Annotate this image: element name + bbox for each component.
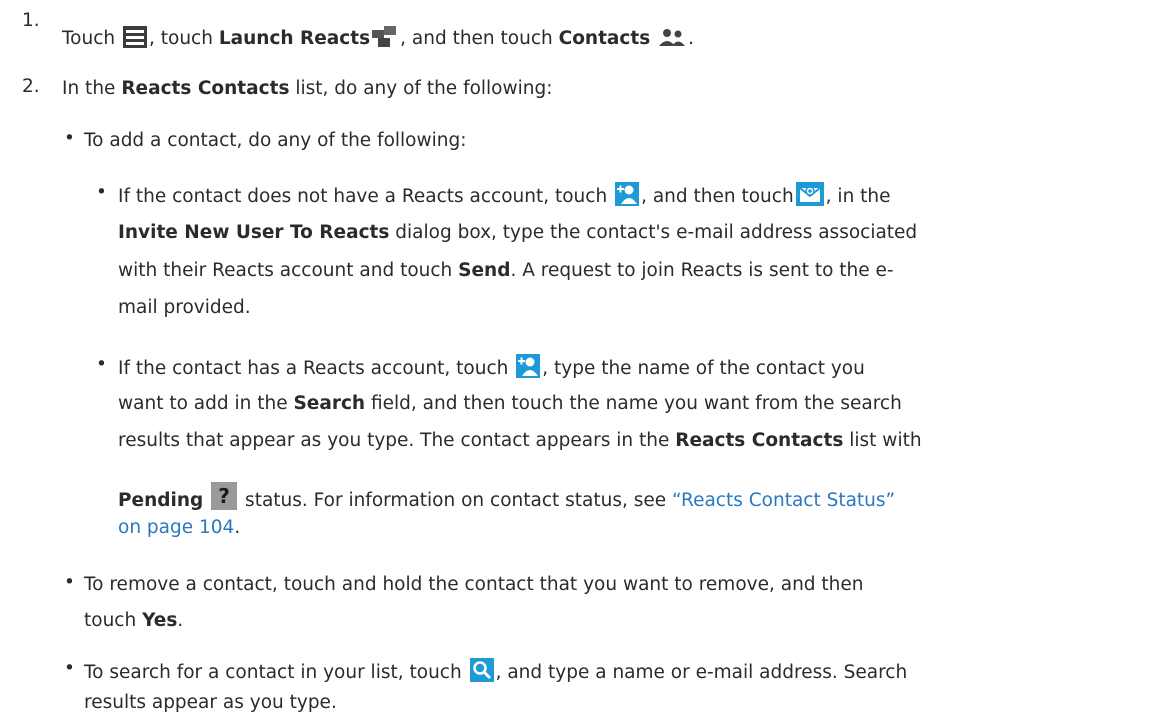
search-line-2: results appear as you type. (84, 692, 337, 713)
bullet: • (96, 182, 107, 203)
invite-line-3: with their Reacts account and touch Send… (118, 260, 894, 281)
step1-text: Touch , touch Launch Reacts, and then to… (62, 26, 694, 56)
remove-line-1: To remove a contact, touch and hold the … (84, 574, 864, 595)
existing-line-5: on page 104. (118, 517, 241, 538)
search-line-1: To search for a contact in your list, to… (84, 658, 907, 690)
invite-email-icon (795, 182, 824, 214)
add-contact-text: To add a contact, do any of the followin… (84, 130, 467, 151)
contacts-icon (658, 28, 686, 56)
bullet: • (64, 128, 75, 149)
contact-status-link[interactable]: “Reacts Contact Status” (672, 490, 895, 511)
search-icon (469, 658, 494, 690)
invite-line-2: Invite New User To Reacts dialog box, ty… (118, 222, 918, 243)
existing-line-3: results that appear as you type. The con… (118, 430, 922, 451)
existing-line-1: If the contact has a Reacts account, tou… (118, 354, 865, 386)
add-contact-icon (516, 354, 541, 386)
launch-reacts-icon (372, 26, 398, 56)
existing-line-2: want to add in the Search field, and the… (118, 393, 902, 414)
bullet: • (64, 572, 75, 593)
invite-line-4: mail provided. (118, 297, 251, 318)
existing-line-4: Pending ? status. For information on con… (118, 482, 895, 518)
menu-icon (122, 26, 147, 56)
step-number: 2. (22, 76, 40, 97)
bullet: • (96, 354, 107, 375)
step2-text: In the Reacts Contacts list, do any of t… (62, 78, 553, 99)
svg-text:?: ? (218, 484, 230, 508)
pending-status-icon: ? (211, 482, 238, 518)
step-number: 1. (22, 10, 40, 31)
page-reference-link[interactable]: on page 104 (118, 517, 234, 538)
bullet: • (64, 658, 75, 679)
add-contact-icon (615, 182, 640, 214)
invite-line-1: If the contact does not have a Reacts ac… (118, 182, 891, 214)
remove-line-2: touch Yes. (84, 610, 184, 631)
